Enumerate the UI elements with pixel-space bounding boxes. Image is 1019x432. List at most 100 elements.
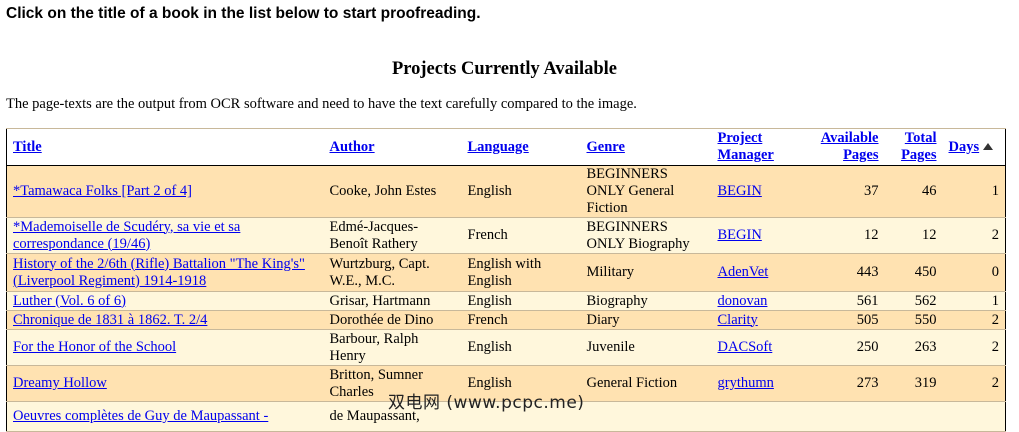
genre-cell: Biography [580,291,712,311]
days-cell [942,401,1006,432]
days-cell: 2 [942,310,1006,330]
genre-cell: BEGINNERS ONLY Biography [580,217,712,254]
column-header-days: Days [942,128,1006,166]
book-title-link[interactable]: Chronique de 1831 à 1862. T. 2/4 [13,312,207,328]
project-manager-link[interactable]: grythumn [718,375,774,391]
projects-table: Title Author Language Genre Project Mana… [6,128,1006,432]
manager-cell: DACSoft [711,329,804,366]
author-cell: Grisar, Hartmann [323,291,462,311]
title-cell: *Mademoiselle de Scudéry, sa vie et sa c… [6,217,324,254]
genre-cell: Juvenile [580,329,712,366]
book-title-link[interactable]: *Mademoiselle de Scudéry, sa vie et sa c… [13,219,240,252]
days-cell: 1 [942,165,1006,218]
author-cell: Edmé-Jacques-Benoît Rathery [323,217,462,254]
available-pages-cell: 443 [803,253,885,292]
intro-text: The page-texts are the output from OCR s… [6,96,637,112]
sort-genre-link[interactable]: Genre [587,139,625,155]
manager-cell [711,401,804,432]
available-pages-cell: 273 [803,365,885,402]
language-cell: French [461,310,581,330]
column-header-language: Language [461,128,581,166]
sort-available-link[interactable]: Available Pages [821,130,879,163]
column-header-available: Available Pages [803,128,885,166]
table-header-row: Title Author Language Genre Project Mana… [6,128,1006,166]
total-pages-cell: 562 [884,291,943,311]
project-manager-link[interactable]: BEGIN [718,183,762,199]
book-title-link[interactable]: *Tamawaca Folks [Part 2 of 4] [13,183,192,199]
author-cell: Barbour, Ralph Henry [323,329,462,366]
book-title-link[interactable]: History of the 2/6th (Rifle) Battalion "… [13,256,305,289]
manager-cell: BEGIN [711,217,804,254]
available-pages-cell: 250 [803,329,885,366]
project-manager-link[interactable]: AdenVet [718,264,769,280]
sort-days-link[interactable]: Days [949,139,980,155]
title-cell: Dreamy Hollow [6,365,324,402]
genre-cell: BEGINNERS ONLY General Fiction [580,165,712,218]
days-cell: 2 [942,217,1006,254]
days-cell: 1 [942,291,1006,311]
book-title-link[interactable]: For the Honor of the School [13,339,176,355]
book-title-link[interactable]: Luther (Vol. 6 of 6) [13,293,126,309]
total-pages-cell: 12 [884,217,943,254]
manager-cell: grythumn [711,365,804,402]
table-row: *Tamawaca Folks [Part 2 of 4] Cooke, John… [6,165,1006,218]
table-row: For the Honor of the School Barbour, Ralp… [6,329,1006,366]
manager-cell: Clarity [711,310,804,330]
sort-total-link[interactable]: Total Pages [901,130,936,163]
author-cell: Wurtzburg, Capt. W.E., M.C. [323,253,462,292]
genre-cell: Diary [580,310,712,330]
sort-ascending-icon[interactable] [983,142,994,150]
book-title-link[interactable]: Dreamy Hollow [13,375,107,391]
manager-cell: BEGIN [711,165,804,218]
title-cell: History of the 2/6th (Rifle) Battalion "… [6,253,324,292]
author-cell: Dorothée de Dino [323,310,462,330]
title-cell: Luther (Vol. 6 of 6) [6,291,324,311]
language-cell: French [461,217,581,254]
available-pages-cell [803,401,885,432]
page-title: Projects Currently Available [391,59,618,79]
sort-title-link[interactable]: Title [13,139,42,155]
language-cell: English [461,329,581,366]
days-cell: 0 [942,253,1006,292]
title-cell: Chronique de 1831 à 1862. T. 2/4 [6,310,324,330]
table-row: Luther (Vol. 6 of 6) Grisar, Hartmann Engl… [6,291,1006,311]
sort-author-link[interactable]: Author [330,139,375,155]
language-cell: English with English [461,253,581,292]
table-row: Chronique de 1831 à 1862. T. 2/4 Dorothée… [6,310,1006,330]
projects-table-wrapper: Title Author Language Genre Project Mana… [6,128,1006,432]
genre-cell [580,401,712,432]
total-pages-cell: 450 [884,253,943,292]
total-pages-cell: 263 [884,329,943,366]
table-row: *Mademoiselle de Scudéry, sa vie et sa c… [6,217,1006,254]
title-cell: For the Honor of the School [6,329,324,366]
project-manager-link[interactable]: Clarity [718,312,758,328]
project-manager-link[interactable]: donovan [718,293,768,309]
days-cell: 2 [942,329,1006,366]
available-pages-cell: 561 [803,291,885,311]
instruction-text: Click on the title of a book in the list… [6,5,481,22]
total-pages-cell: 46 [884,165,943,218]
language-cell: English [461,291,581,311]
column-header-manager: Project Manager [711,128,804,166]
genre-cell: Military [580,253,712,292]
days-cell: 2 [942,365,1006,402]
sort-manager-link[interactable]: Project Manager [718,130,774,163]
column-header-total: Total Pages [884,128,943,166]
title-cell: *Tamawaca Folks [Part 2 of 4] [6,165,324,218]
available-pages-cell: 12 [803,217,885,254]
project-manager-link[interactable]: BEGIN [718,227,762,243]
language-cell: English [461,165,581,218]
available-pages-cell: 37 [803,165,885,218]
watermark-text: 双电网 (www.pcpc.me) [388,393,585,413]
column-header-genre: Genre [580,128,712,166]
manager-cell: AdenVet [711,253,804,292]
total-pages-cell: 319 [884,365,943,402]
genre-cell: General Fiction [580,365,712,402]
title-cell: Oeuvres complètes de Guy de Maupassant - [6,401,324,432]
project-manager-link[interactable]: DACSoft [718,339,773,355]
sort-language-link[interactable]: Language [468,139,529,155]
table-row: History of the 2/6th (Rifle) Battalion "… [6,253,1006,292]
total-pages-cell: 550 [884,310,943,330]
column-header-title: Title [6,128,324,166]
author-cell: Cooke, John Estes [323,165,462,218]
